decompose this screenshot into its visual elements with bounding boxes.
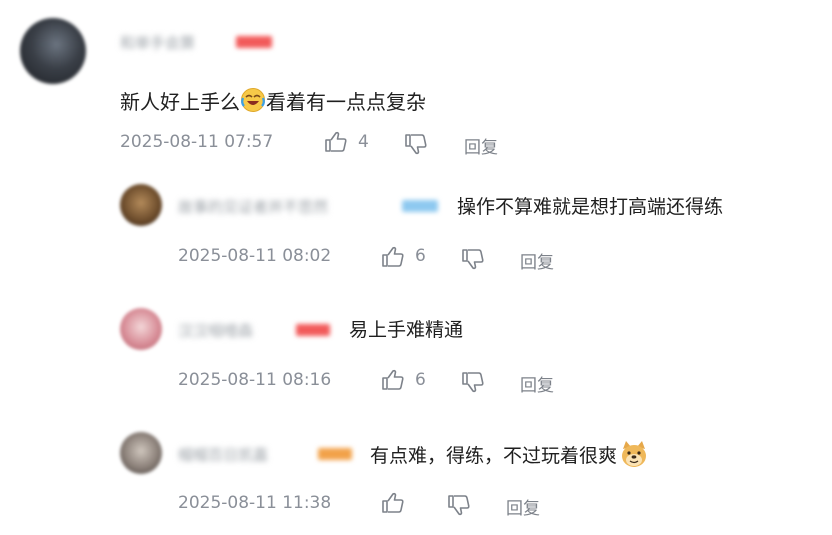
thumbs-up-icon[interactable] [381, 369, 405, 395]
user-level-badge [296, 324, 330, 336]
user-level-badge [318, 448, 352, 460]
reply-author-name[interactable]: 汉汉咽噎森 [178, 320, 253, 341]
reply-button[interactable]: 回复 [464, 133, 498, 158]
doge-emoji-icon [619, 439, 649, 469]
reply-text: 有点难，得练，不过玩着很爽 [370, 439, 649, 469]
laughing-tears-emoji-icon [240, 87, 266, 113]
avatar[interactable] [120, 308, 162, 350]
comment-text-after: 看着有一点点复杂 [266, 90, 426, 114]
thumbs-down-icon[interactable] [461, 248, 485, 274]
reply-timestamp: 2025-08-11 11:38 [178, 493, 332, 513]
reply-timestamp: 2025-08-11 08:02 [178, 246, 332, 266]
comment-text-before: 新人好上手么 [120, 90, 240, 114]
avatar[interactable] [20, 18, 86, 84]
thumbs-down-icon[interactable] [461, 371, 485, 397]
reply-author-name[interactable]: 帽帽百日凯嘉 [178, 444, 268, 465]
comment-text: 新人好上手么 看着有一点点复杂 [120, 86, 426, 115]
reply-text: 操作不算难就是想打高端还得练 [457, 196, 724, 218]
thumbs-down-icon[interactable] [404, 133, 428, 159]
like-count: 4 [358, 132, 369, 152]
like-count: 6 [415, 246, 426, 266]
user-level-badge [236, 36, 272, 48]
reply-button[interactable]: 回复 [520, 371, 554, 396]
avatar[interactable] [120, 432, 162, 474]
comment-author-name[interactable]: 和单手会算 [120, 32, 195, 53]
reply-author-name[interactable]: 故事的见证者并不悲然 [178, 196, 328, 217]
thumbs-up-icon[interactable] [324, 131, 348, 157]
avatar[interactable] [120, 184, 162, 226]
like-count: 6 [415, 370, 426, 390]
reply-button[interactable]: 回复 [520, 248, 554, 273]
thumbs-up-icon[interactable] [381, 246, 405, 272]
reply-text-content: 有点难，得练，不过玩着很爽 [370, 445, 618, 467]
reply-timestamp: 2025-08-11 08:16 [178, 370, 332, 390]
thumbs-down-icon[interactable] [447, 494, 471, 520]
reply-text: 易上手难精通 [349, 319, 464, 341]
reply-button[interactable]: 回复 [506, 494, 540, 519]
user-level-badge [402, 200, 438, 212]
thumbs-up-icon[interactable] [381, 492, 405, 518]
comment-timestamp: 2025-08-11 07:57 [120, 132, 274, 152]
